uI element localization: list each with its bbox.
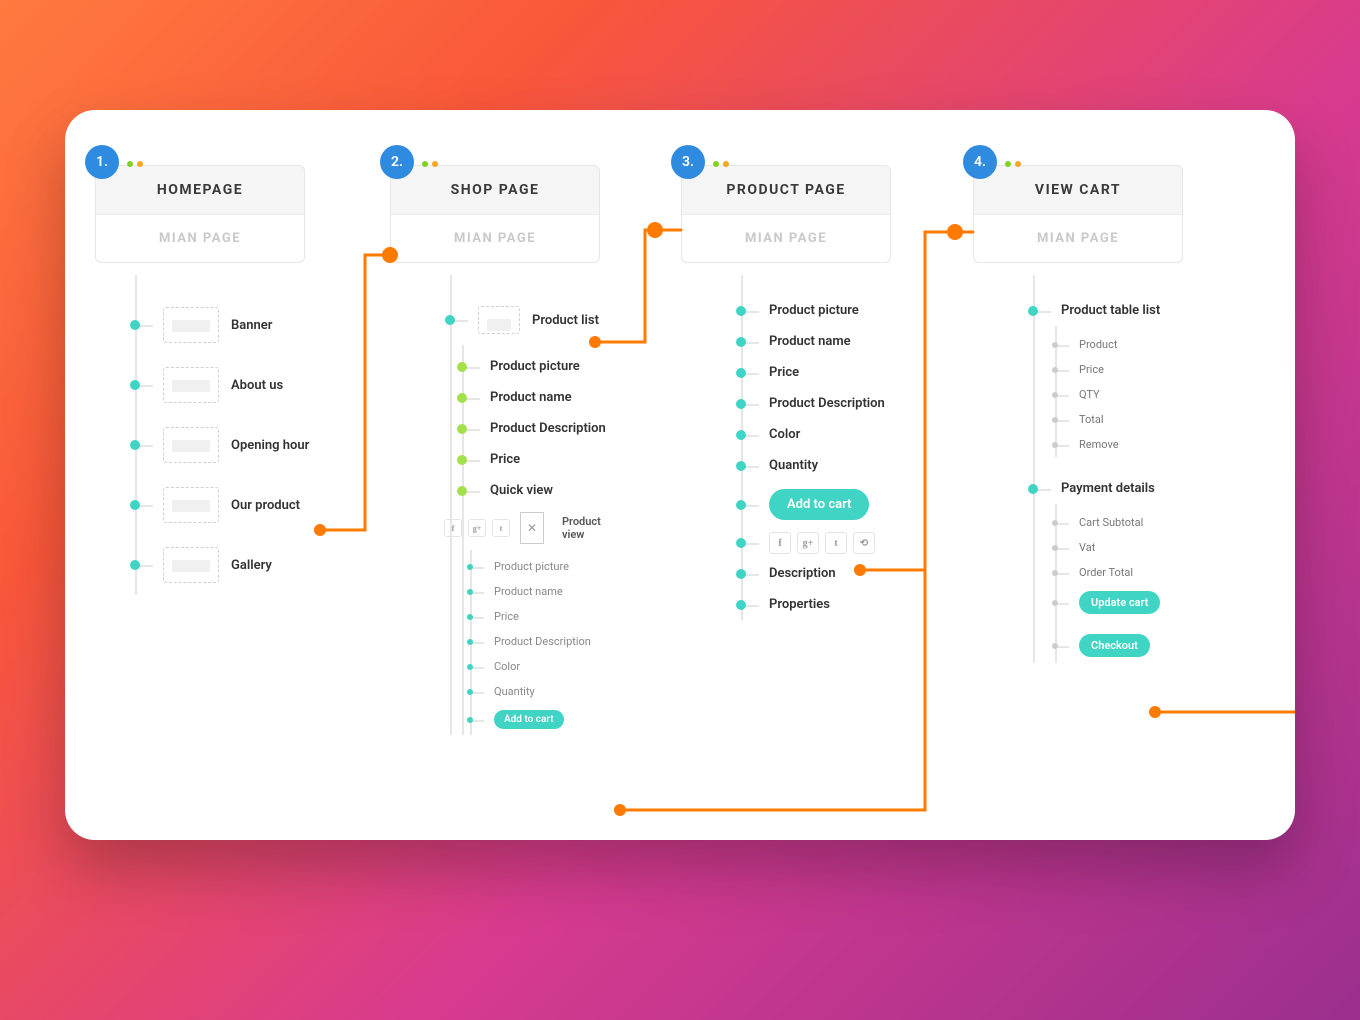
node-banner[interactable]: Banner <box>137 295 309 355</box>
product-view-label: Product view <box>562 515 609 541</box>
checkout-button[interactable]: Checkout <box>1079 634 1150 657</box>
node-properties[interactable]: Properties <box>743 589 885 620</box>
step-badge-3: 3. <box>671 145 705 179</box>
page-card-cart[interactable]: VIEW CART MIAN PAGE <box>973 165 1183 263</box>
add-to-cart-button[interactable]: Add to cart <box>769 489 869 520</box>
node-quick-view[interactable]: Quick view <box>464 475 609 506</box>
thumb-icon <box>163 307 219 343</box>
table-subtree: Product Price QTY Total Remove <box>1055 326 1160 457</box>
quickview-subtree: Product picture Product name Price Produ… <box>470 550 609 735</box>
card-subtitle: MIAN PAGE <box>682 215 890 262</box>
card-dots <box>127 161 143 167</box>
node-social-share: f g+ t ⟲ <box>743 528 885 558</box>
google-plus-icon[interactable]: g+ <box>468 519 486 537</box>
col-total: Total <box>1057 407 1160 432</box>
node-quantity[interactable]: Quantity <box>743 450 885 481</box>
node-product-picture[interactable]: Product picture <box>464 351 609 382</box>
card-dots <box>713 161 729 167</box>
node-product-picture[interactable]: Product picture <box>743 295 885 326</box>
node-hours[interactable]: Opening hour <box>137 415 309 475</box>
card-title: HOMEPAGE <box>96 166 304 215</box>
col-price: Price <box>1057 357 1160 382</box>
thumb-icon <box>478 306 520 334</box>
node-price[interactable]: Price <box>464 444 609 475</box>
product-list-subtree: Product picture Product name Product Des… <box>462 345 609 735</box>
card-subtitle: MIAN PAGE <box>391 215 599 262</box>
qv-price: Price <box>472 604 609 629</box>
node-price[interactable]: Price <box>743 357 885 388</box>
row-checkout[interactable]: Checkout <box>1057 628 1160 663</box>
shop-tree: Product list Product picture Product nam… <box>450 275 609 735</box>
qv-add-to-cart[interactable]: Add to cart <box>472 704 609 735</box>
facebook-icon[interactable]: f <box>769 532 791 554</box>
step-badge-4: 4. <box>963 145 997 179</box>
column-shop: 2. SHOP PAGE MIAN PAGE Product list Prod… <box>390 165 600 263</box>
card-subtitle: MIAN PAGE <box>96 215 304 262</box>
node-product-name[interactable]: Product name <box>743 326 885 357</box>
row-update-cart[interactable]: Update cart <box>1057 585 1160 620</box>
qv-product-name: Product name <box>472 579 609 604</box>
share-icon[interactable]: ⟲ <box>853 532 875 554</box>
card-title: PRODUCT PAGE <box>682 166 890 215</box>
node-product-name[interactable]: Product name <box>464 382 609 413</box>
col-qty: QTY <box>1057 382 1160 407</box>
node-product-list[interactable]: Product list <box>452 295 609 345</box>
twitter-icon[interactable]: t <box>492 519 510 537</box>
qv-color: Color <box>472 654 609 679</box>
column-cart: 4. VIEW CART MIAN PAGE Product table lis… <box>973 165 1183 263</box>
node-payment-details[interactable]: Payment details <box>1035 473 1160 504</box>
column-product: 3. PRODUCT PAGE MIAN PAGE Product pictur… <box>681 165 891 263</box>
row-vat: Vat <box>1057 535 1160 560</box>
sitemap-canvas: 1. HOMEPAGE MIAN PAGE Banner About us Op… <box>65 110 1295 840</box>
qv-desc: Product Description <box>472 629 609 654</box>
thumb-icon <box>163 487 219 523</box>
thumb-icon <box>163 547 219 583</box>
page-card-homepage[interactable]: HOMEPAGE MIAN PAGE <box>95 165 305 263</box>
card-title: SHOP PAGE <box>391 166 599 215</box>
update-cart-button[interactable]: Update cart <box>1079 591 1160 614</box>
thumb-icon <box>163 427 219 463</box>
row-order-total: Order Total <box>1057 560 1160 585</box>
node-gallery[interactable]: Gallery <box>137 535 309 595</box>
product-tree: Product picture Product name Price Produ… <box>741 275 885 620</box>
cart-tree: Product table list Product Price QTY Tot… <box>1033 275 1160 663</box>
payment-subtree: Cart Subtotal Vat Order Total Update car… <box>1055 504 1160 663</box>
node-color[interactable]: Color <box>743 419 885 450</box>
card-dots <box>1005 161 1021 167</box>
row-subtotal: Cart Subtotal <box>1057 510 1160 535</box>
twitter-icon[interactable]: t <box>825 532 847 554</box>
col-remove: Remove <box>1057 432 1160 457</box>
close-icon[interactable]: ✕ <box>520 512 544 544</box>
page-card-shop[interactable]: SHOP PAGE MIAN PAGE <box>390 165 600 263</box>
column-homepage: 1. HOMEPAGE MIAN PAGE Banner About us Op… <box>95 165 305 263</box>
card-subtitle: MIAN PAGE <box>974 215 1182 262</box>
facebook-icon[interactable]: f <box>444 519 462 537</box>
node-product-description[interactable]: Product Description <box>743 388 885 419</box>
node-about[interactable]: About us <box>137 355 309 415</box>
col-product: Product <box>1057 332 1160 357</box>
node-add-to-cart[interactable]: Add to cart <box>743 481 885 528</box>
quickview-detail: f g+ t ✕ Product view Product picture Pr… <box>444 512 609 735</box>
node-description[interactable]: Description <box>743 558 885 589</box>
social-share-row: f g+ t ⟲ <box>769 532 875 554</box>
node-our-product[interactable]: Our product <box>137 475 309 535</box>
thumb-icon <box>163 367 219 403</box>
card-dots <box>422 161 438 167</box>
node-product-table-list[interactable]: Product table list <box>1035 295 1160 326</box>
homepage-tree: Banner About us Opening hour Our product… <box>135 275 309 595</box>
google-plus-icon[interactable]: g+ <box>797 532 819 554</box>
qv-product-picture: Product picture <box>472 554 609 579</box>
step-badge-1: 1. <box>85 145 119 179</box>
card-title: VIEW CART <box>974 166 1182 215</box>
page-card-product[interactable]: PRODUCT PAGE MIAN PAGE <box>681 165 891 263</box>
step-badge-2: 2. <box>380 145 414 179</box>
node-product-description[interactable]: Product Description <box>464 413 609 444</box>
qv-qty: Quantity <box>472 679 609 704</box>
quickview-social-row: f g+ t <box>444 519 510 537</box>
